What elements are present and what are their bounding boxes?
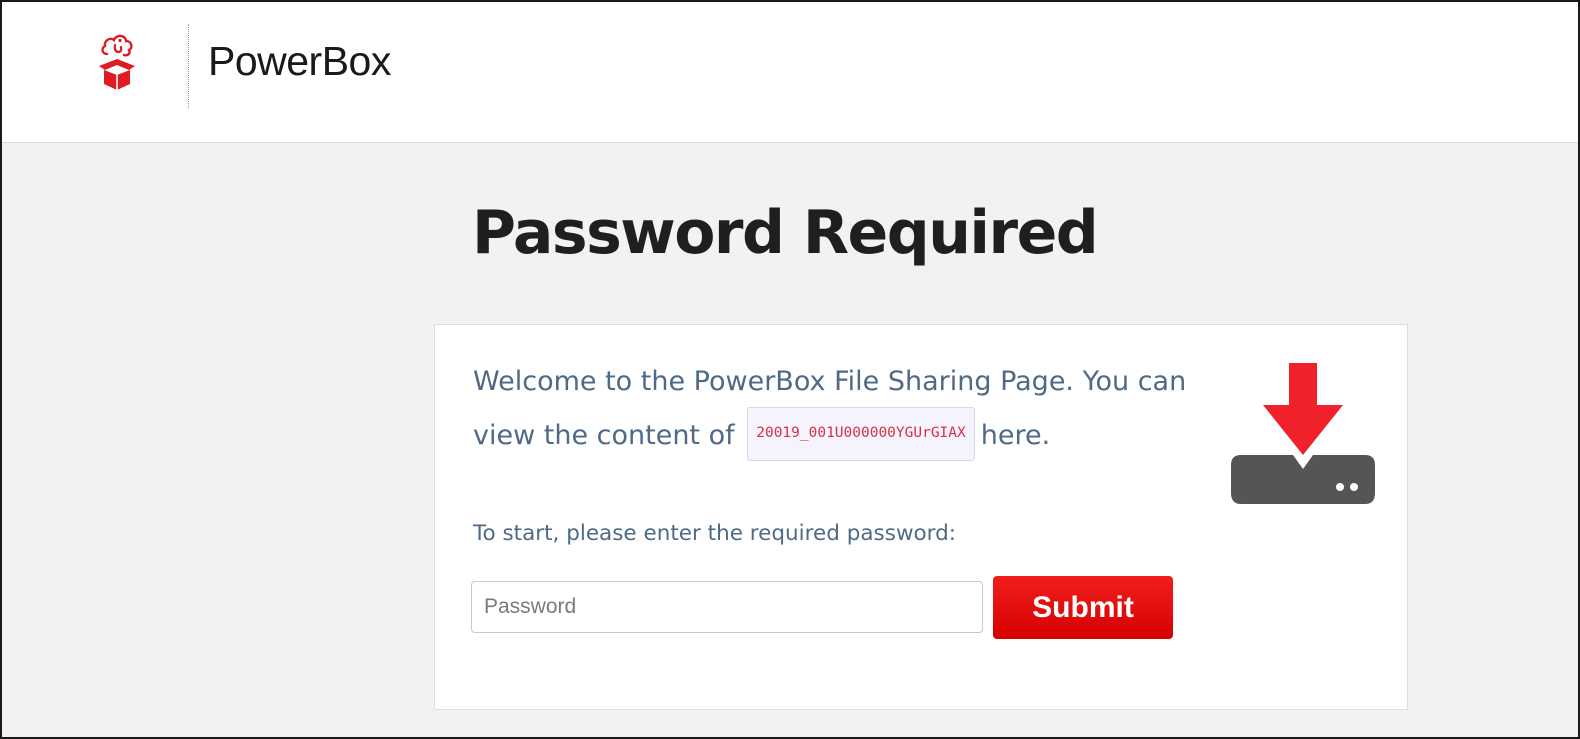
app-header: PowerBox — [2, 2, 1578, 143]
browser-frame: PowerBox Password Required Welcome to th… — [0, 0, 1580, 739]
page-title: Password Required — [472, 198, 1099, 268]
cloud-box-icon — [99, 34, 135, 90]
welcome-message: Welcome to the PowerBox File Sharing Pag… — [473, 355, 1233, 464]
welcome-suffix: here. — [980, 420, 1051, 451]
password-prompt: To start, please enter the required pass… — [473, 521, 957, 546]
header-divider — [188, 24, 189, 108]
download-icon — [1231, 363, 1375, 504]
brand-name: PowerBox — [208, 38, 391, 84]
password-card: Welcome to the PowerBox File Sharing Pag… — [434, 324, 1408, 710]
shared-item-code: 20019_001U000000YGUrGIAX — [747, 406, 975, 461]
submit-button[interactable]: Submit — [993, 576, 1173, 639]
password-input[interactable] — [471, 581, 983, 633]
